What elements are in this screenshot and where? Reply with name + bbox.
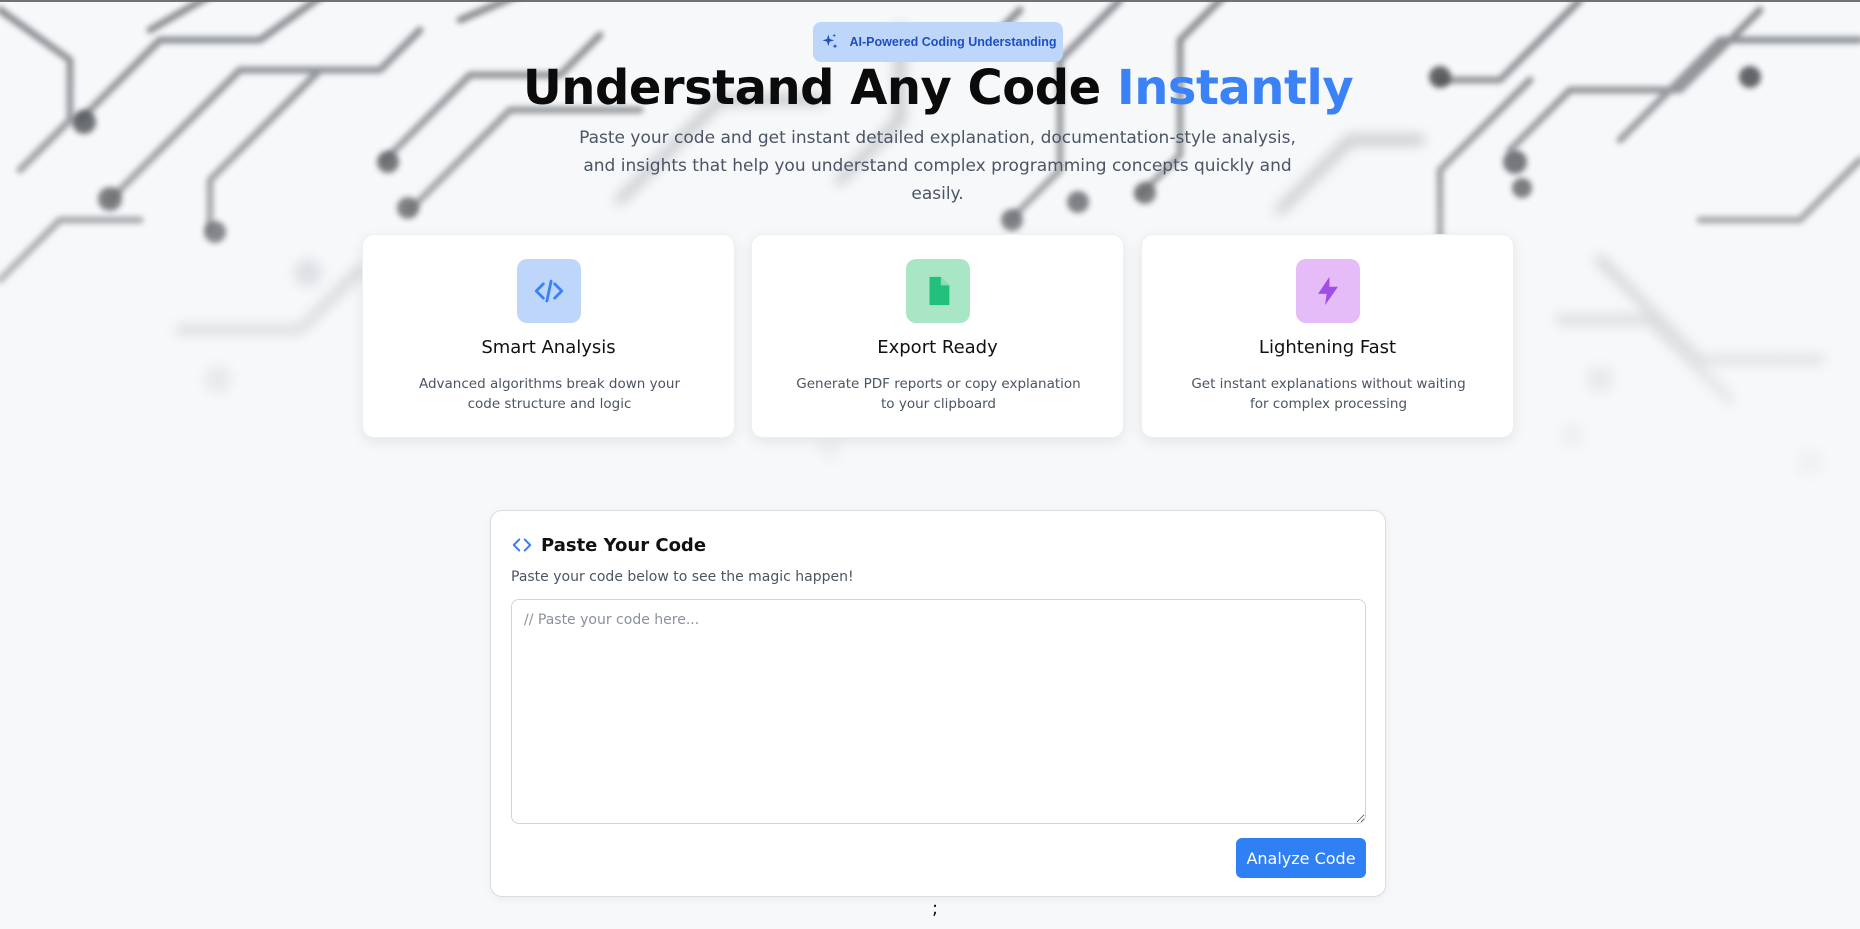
ai-badge: AI-Powered Coding Understanding (813, 22, 1063, 62)
page-subtitle: Paste your code and get instant detailed… (579, 128, 1296, 204)
lightning-icon (1296, 259, 1360, 323)
file-icon (906, 259, 970, 323)
title-accent: Instantly (1116, 60, 1354, 116)
footer-text: ; (932, 898, 939, 919)
panel-header: Paste Your Code (511, 534, 706, 556)
feature-card-export-ready: Export Ready Generate PDF reports or cop… (751, 234, 1124, 438)
sparkles-icon (820, 32, 840, 52)
feature-card-smart-analysis: Smart Analysis Advanced algorithms break… (362, 234, 735, 438)
code-textarea[interactable] (511, 599, 1366, 824)
code-icon (517, 259, 581, 323)
feature-description: Generate PDF reports or copy explanation… (796, 376, 1081, 412)
title-main: Understand Any Code (522, 60, 1117, 116)
code-icon (511, 534, 533, 556)
feature-title: Lightening Fast (1258, 337, 1397, 358)
feature-title: Smart Analysis (481, 337, 616, 358)
feature-title: Export Ready (877, 337, 998, 358)
code-input-panel: Paste Your Code Paste your code below to… (490, 510, 1386, 897)
badge-label: AI-Powered Coding Understanding (849, 35, 1057, 49)
feature-description: Advanced algorithms break down your code… (418, 376, 681, 412)
panel-title: Paste Your Code (541, 534, 707, 556)
feature-card-lightening-fast: Lightening Fast Get instant explanations… (1141, 234, 1514, 438)
page-title: Understand Any Code Instantly (0, 60, 1860, 116)
analyze-code-button[interactable]: Analyze Code (1236, 838, 1366, 878)
feature-description: Get instant explanations without waiting… (1191, 376, 1466, 412)
panel-subtitle: Paste your code below to see the magic h… (511, 569, 854, 585)
